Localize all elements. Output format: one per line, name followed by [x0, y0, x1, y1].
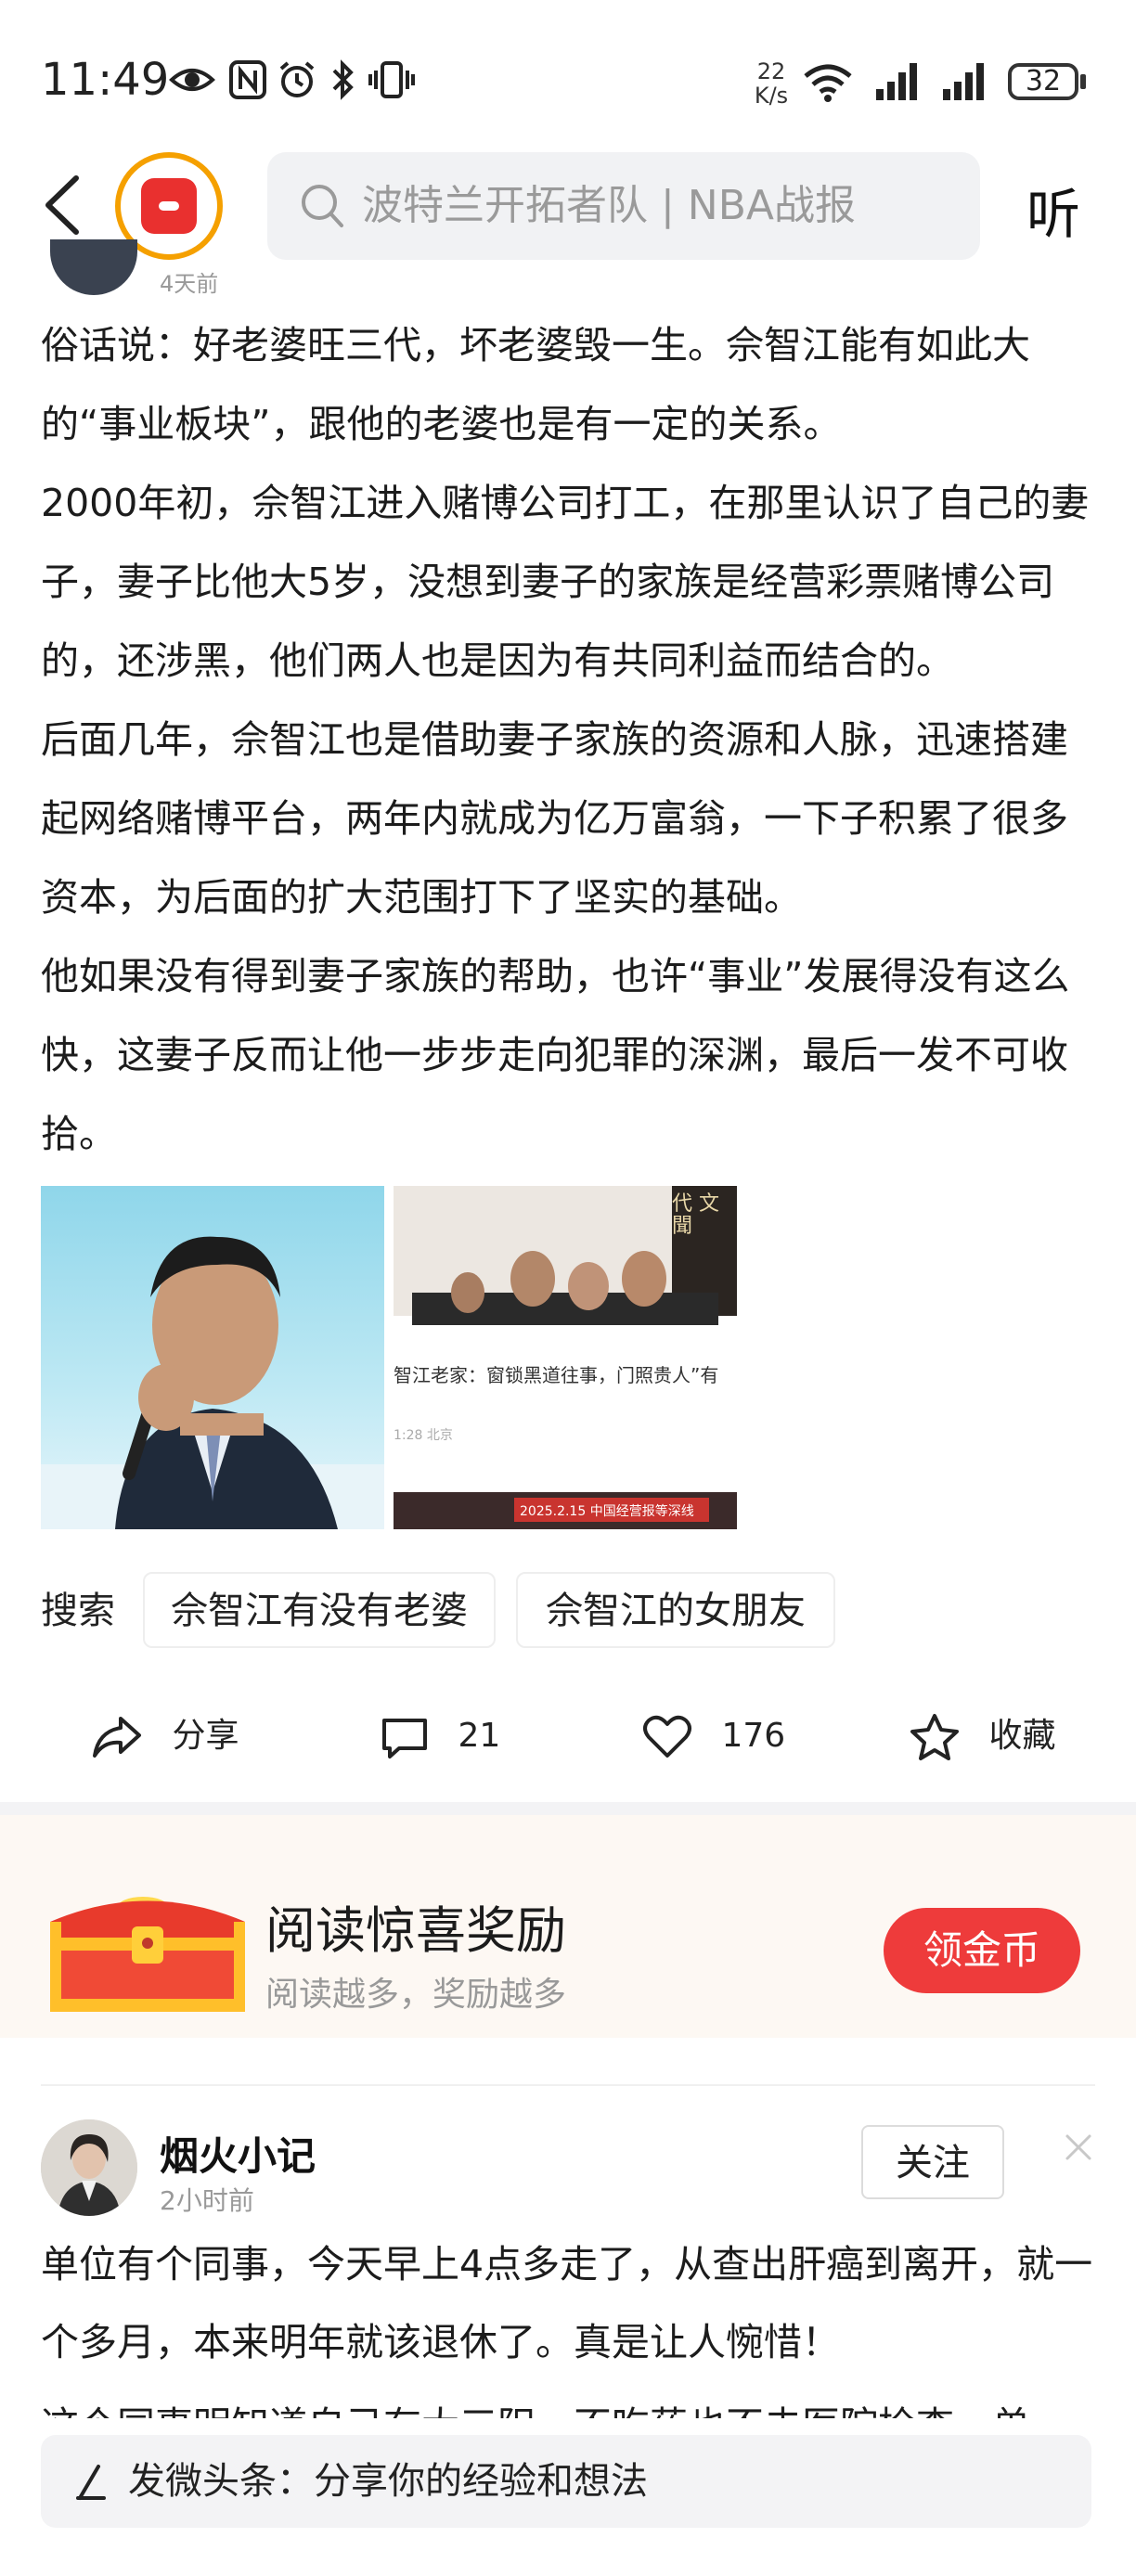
search-placeholder: 波特兰开拓者队 | NBA战报: [362, 182, 856, 229]
reward-subtitle: 阅读越多，奖励越多: [265, 1976, 567, 2014]
compose-placeholder: 发微头条：分享你的经验和想法: [128, 2460, 648, 2503]
post-time: 4天前: [160, 271, 219, 297]
reward-card[interactable]: 阅读惊喜奖励 阅读越多，奖励越多 领金币: [0, 1815, 1136, 2038]
network-speed-unit: K/s: [754, 83, 789, 109]
compose-bar[interactable]: 发微头条：分享你的经验和想法: [41, 2435, 1091, 2528]
article-image-newsclip[interactable]: 代 文 聞 智江老家：窗锁黑道往事，门照贵人”有 1:28 北京 2025.2.…: [394, 1186, 737, 1529]
favorite-label: 收藏: [988, 1717, 1056, 1755]
reward-title: 阅读惊喜奖励: [265, 1901, 566, 1960]
alarm-icon: [279, 61, 315, 97]
author-avatar[interactable]: [50, 239, 137, 295]
wifi-icon: [804, 64, 852, 102]
related-search-tag[interactable]: 佘智江有没有老婆: [143, 1572, 496, 1648]
share-label: 分享: [172, 1717, 239, 1755]
listen-button[interactable]: 听: [1026, 171, 1080, 249]
share-icon: [93, 1717, 141, 1758]
app-logo-dot: [159, 201, 179, 211]
like-count: 176: [721, 1717, 786, 1755]
signal-icon: [876, 63, 917, 100]
author-name[interactable]: 烟火小记: [160, 2125, 316, 2182]
heart-icon: [643, 1715, 691, 1758]
related-search-tag[interactable]: 佘智江的女朋友: [516, 1572, 835, 1648]
pen-icon: [76, 2465, 106, 2500]
treasure-chest-icon: [50, 1897, 245, 2012]
app-logo-icon: [141, 178, 197, 234]
battery-tip: [1080, 74, 1086, 89]
network-speed-value: 22: [756, 58, 786, 84]
vibrate-icon: [368, 61, 415, 98]
newsclip-banner: 2025.2.15 中国经营报等深线: [520, 1504, 694, 1519]
nfc-icon: [229, 60, 266, 99]
follow-button[interactable]: 关注: [861, 2125, 1004, 2199]
close-icon[interactable]: [1060, 2129, 1097, 2166]
comment-icon: [382, 1719, 427, 1758]
post-time: 2小时前: [160, 2185, 254, 2216]
article-paragraph: 他如果没有得到妻子家族的帮助，也许“事业”发展得没有这么快，这妻子反而让他一步步…: [41, 954, 1070, 1156]
newsclip-headline: 智江老家：窗锁黑道往事，门照贵人”有: [394, 1364, 719, 1386]
signal-icon: [943, 63, 984, 100]
section-divider: [0, 1802, 1136, 1815]
author-avatar[interactable]: [41, 2119, 137, 2216]
search-icon: [302, 185, 343, 227]
post-text[interactable]: 单位有个同事，今天早上4点多走了，从查出肝癌到离开，就一个多月，本来明年就该退休…: [41, 2225, 1099, 2381]
bluetooth-icon: [332, 59, 354, 100]
like-button[interactable]: 176: [642, 1704, 785, 1769]
article-paragraph: 后面几年，佘智江也是借助妻子家族的资源和人脉，迅速搭建起网络赌博平台，两年内就成…: [41, 717, 1068, 920]
claim-coins-button[interactable]: 领金币: [884, 1908, 1080, 1993]
related-search-label: 搜索: [41, 1590, 115, 1632]
speaker-photo: [41, 1236, 384, 1529]
network-speed: 22 K/s: [748, 59, 794, 108]
article-paragraph: 俗话说：好老婆旺三代，坏老婆毁一生。佘智江能有如此大的“事业板块”，跟他的老婆也…: [41, 323, 1030, 446]
battery-indicator: 32: [1008, 63, 1078, 100]
post-text-continued: 这个同事明知道自己有大三阳，不吃药也不去医院检查，单: [41, 2387, 1099, 2418]
article-image-speaker[interactable]: [41, 1186, 384, 1529]
star-icon: [910, 1714, 959, 1760]
comment-count: 21: [458, 1717, 501, 1755]
search-bar[interactable]: 波特兰开拓者队 | NBA战报: [267, 152, 980, 260]
comment-button[interactable]: 21: [381, 1704, 500, 1769]
author-avatar-image: [41, 2119, 137, 2216]
clock: 11:49: [41, 54, 170, 106]
newsclip-meta: 1:28 北京: [394, 1428, 453, 1443]
favorite-button[interactable]: 收藏: [910, 1704, 1055, 1769]
status-bar: 11:49 22 K/s 32: [0, 0, 1136, 148]
newsclip-sign: 代 文 聞: [672, 1192, 719, 1238]
back-arrow-icon[interactable]: [39, 173, 95, 238]
article-paragraph: 2000年初，佘智江进入赌博公司打工，在那里认识了自己的妻子，妻子比他大5岁，没…: [41, 481, 1090, 683]
eye-icon: [169, 69, 215, 91]
divider-line: [41, 2084, 1095, 2086]
share-button[interactable]: 分享: [91, 1704, 239, 1769]
